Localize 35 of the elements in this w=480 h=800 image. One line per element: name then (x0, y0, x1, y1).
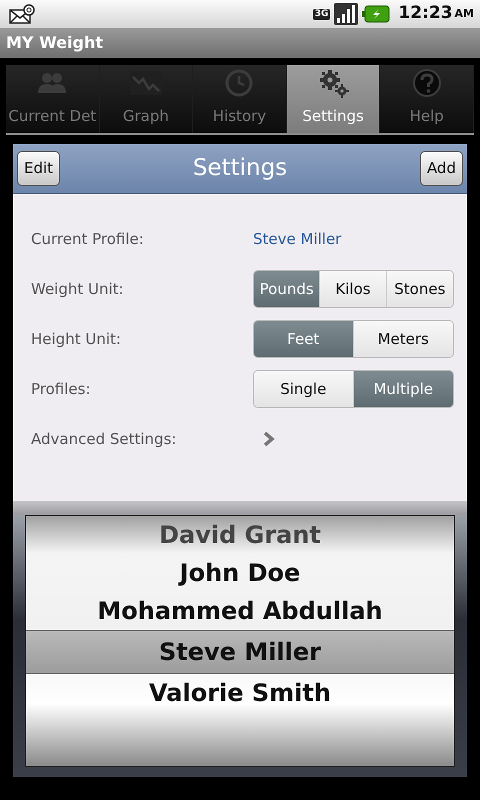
tab[interactable]: Current Det (6, 65, 100, 133)
picker-item[interactable]: David Grant (26, 516, 454, 554)
chevron-icon[interactable] (263, 431, 275, 447)
clock-meridiem: AM (454, 6, 474, 22)
panel-title: Settings (192, 154, 288, 184)
segment-option[interactable]: Stones (386, 271, 453, 307)
segment-option[interactable]: Meters (354, 321, 453, 357)
tab[interactable]: History (193, 65, 287, 133)
clock-time: 12:23 (398, 2, 453, 26)
setting-value: Steve Miller (253, 228, 342, 250)
setting-label: Height Unit: (31, 328, 122, 350)
add-button[interactable]: Add (420, 151, 463, 186)
picker-item[interactable]: Mohammed Abdullah (26, 592, 454, 630)
edit-button[interactable]: Edit (17, 151, 60, 186)
app-title: MY Weight (6, 32, 103, 54)
setting-label: Current Profile: (31, 228, 145, 250)
segment-option[interactable]: Single (254, 371, 354, 407)
picker-wheel[interactable]: David Grant John Doe Mohammed Abdullah Steve Miller Valorie Smith (25, 515, 455, 767)
picker-item[interactable]: John Doe (26, 554, 454, 592)
setting-label: Profiles: (31, 378, 92, 400)
mail-icon (8, 4, 36, 24)
battery-icon (362, 5, 390, 23)
setting-label: Weight Unit: (31, 278, 125, 300)
network-type-label: 3G (312, 8, 330, 20)
segment-option[interactable]: Kilos (320, 271, 387, 307)
tab[interactable]: Settings (286, 65, 380, 133)
segment-option[interactable]: Feet (254, 321, 354, 357)
picker-item[interactable]: Steve Miller (26, 630, 454, 674)
tab[interactable]: Help (380, 65, 474, 133)
signal-icon (334, 3, 358, 25)
tab[interactable]: Graph (100, 65, 194, 133)
segment-option[interactable]: Pounds (254, 271, 320, 307)
picker-item[interactable]: Valorie Smith (26, 674, 454, 712)
segment-option[interactable]: Multiple (354, 371, 453, 407)
setting-label: Advanced Settings: (31, 428, 178, 450)
